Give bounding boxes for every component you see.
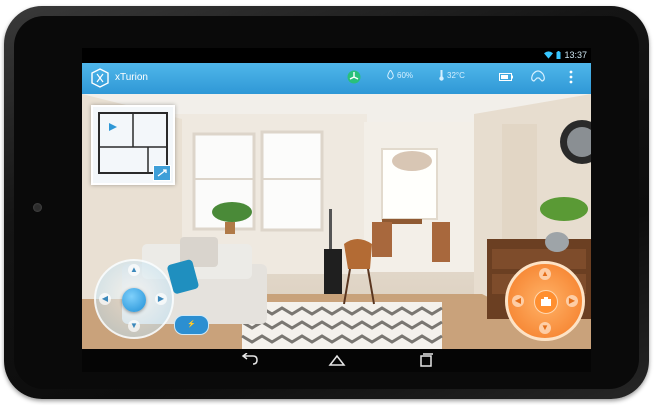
expand-map-button[interactable] xyxy=(153,165,171,181)
fan-icon xyxy=(347,70,361,84)
camera-left-button[interactable]: ◀ xyxy=(512,295,524,307)
status-time: 13:37 xyxy=(564,50,587,60)
front-camera xyxy=(33,203,42,212)
battery-icon xyxy=(556,51,561,59)
gamepad-icon xyxy=(531,70,545,82)
thermometer-icon xyxy=(439,70,444,81)
battery-status[interactable] xyxy=(499,73,513,81)
system-nav-bar xyxy=(82,349,591,372)
recents-icon[interactable] xyxy=(416,353,436,368)
app-toolbar: xTurion 60% 32°C xyxy=(82,63,591,94)
camera-center-button[interactable] xyxy=(534,290,558,314)
battery-icon xyxy=(499,73,513,81)
app-screen: 13:37 xTurion 60% 32°C ▲ ▼ ◀ ▶ ⚡ ▲ ▼ ◀ ▶ xyxy=(82,48,591,372)
camera-feed[interactable]: ▲ ▼ ◀ ▶ ⚡ ▲ ▼ ◀ ▶ xyxy=(82,94,591,349)
camera-joystick[interactable]: ▲ ▼ ◀ ▶ xyxy=(505,261,585,341)
floor-plan-minimap[interactable] xyxy=(91,105,175,185)
movement-joystick[interactable]: ▲ ▼ ◀ ▶ xyxy=(94,259,174,339)
move-right-button[interactable]: ▶ xyxy=(155,293,167,305)
app-title: xTurion xyxy=(115,72,148,83)
overflow-menu-icon xyxy=(569,70,573,84)
camera-icon xyxy=(541,297,551,306)
xturion-logo-icon[interactable] xyxy=(91,68,109,88)
humidity-drop-icon xyxy=(387,70,394,80)
expand-icon xyxy=(157,169,167,177)
joystick-knob[interactable] xyxy=(122,288,146,312)
move-down-button[interactable]: ▼ xyxy=(128,320,140,332)
fan-status[interactable] xyxy=(347,70,361,84)
dock-icon: ⚡ xyxy=(187,321,196,328)
status-right: 13:37 xyxy=(544,50,587,60)
humidity-status: 60% xyxy=(387,70,413,80)
camera-down-button[interactable]: ▼ xyxy=(539,322,551,334)
tablet-frame: 13:37 xTurion 60% 32°C ▲ ▼ ◀ ▶ ⚡ ▲ ▼ ◀ ▶ xyxy=(4,6,649,399)
overflow-menu-button[interactable] xyxy=(569,70,573,84)
camera-up-button[interactable]: ▲ xyxy=(539,268,551,280)
dock-button[interactable]: ⚡ xyxy=(174,315,209,335)
home-icon[interactable] xyxy=(327,353,347,368)
controller-button[interactable] xyxy=(530,69,546,85)
wifi-icon xyxy=(544,51,554,59)
back-icon[interactable] xyxy=(239,353,259,368)
temperature-status: 32°C xyxy=(439,70,465,81)
move-up-button[interactable]: ▲ xyxy=(128,264,140,276)
status-bar: 13:37 xyxy=(82,48,591,63)
temperature-value: 32°C xyxy=(447,71,465,80)
camera-right-button[interactable]: ▶ xyxy=(566,295,578,307)
humidity-value: 60% xyxy=(397,70,414,80)
move-left-button[interactable]: ◀ xyxy=(99,293,111,305)
